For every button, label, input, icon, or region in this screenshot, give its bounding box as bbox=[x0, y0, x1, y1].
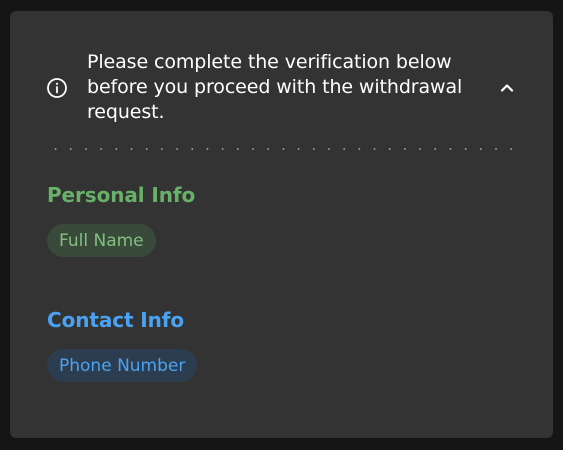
field-chip-full-name[interactable]: Full Name bbox=[47, 224, 156, 257]
field-chip-phone-number[interactable]: Phone Number bbox=[47, 349, 198, 382]
section-title-contact-info: Contact Info bbox=[47, 308, 185, 332]
verification-notice: Please complete the verification below b… bbox=[46, 50, 516, 125]
collapse-notice-button[interactable] bbox=[497, 78, 517, 98]
chevron-up-icon bbox=[500, 84, 514, 92]
section-title-personal-info: Personal Info bbox=[47, 183, 196, 207]
notice-text: Please complete the verification below b… bbox=[87, 51, 463, 123]
dotted-divider bbox=[48, 148, 518, 150]
verification-panel: Please complete the verification below b… bbox=[10, 11, 553, 438]
info-icon bbox=[46, 77, 68, 99]
